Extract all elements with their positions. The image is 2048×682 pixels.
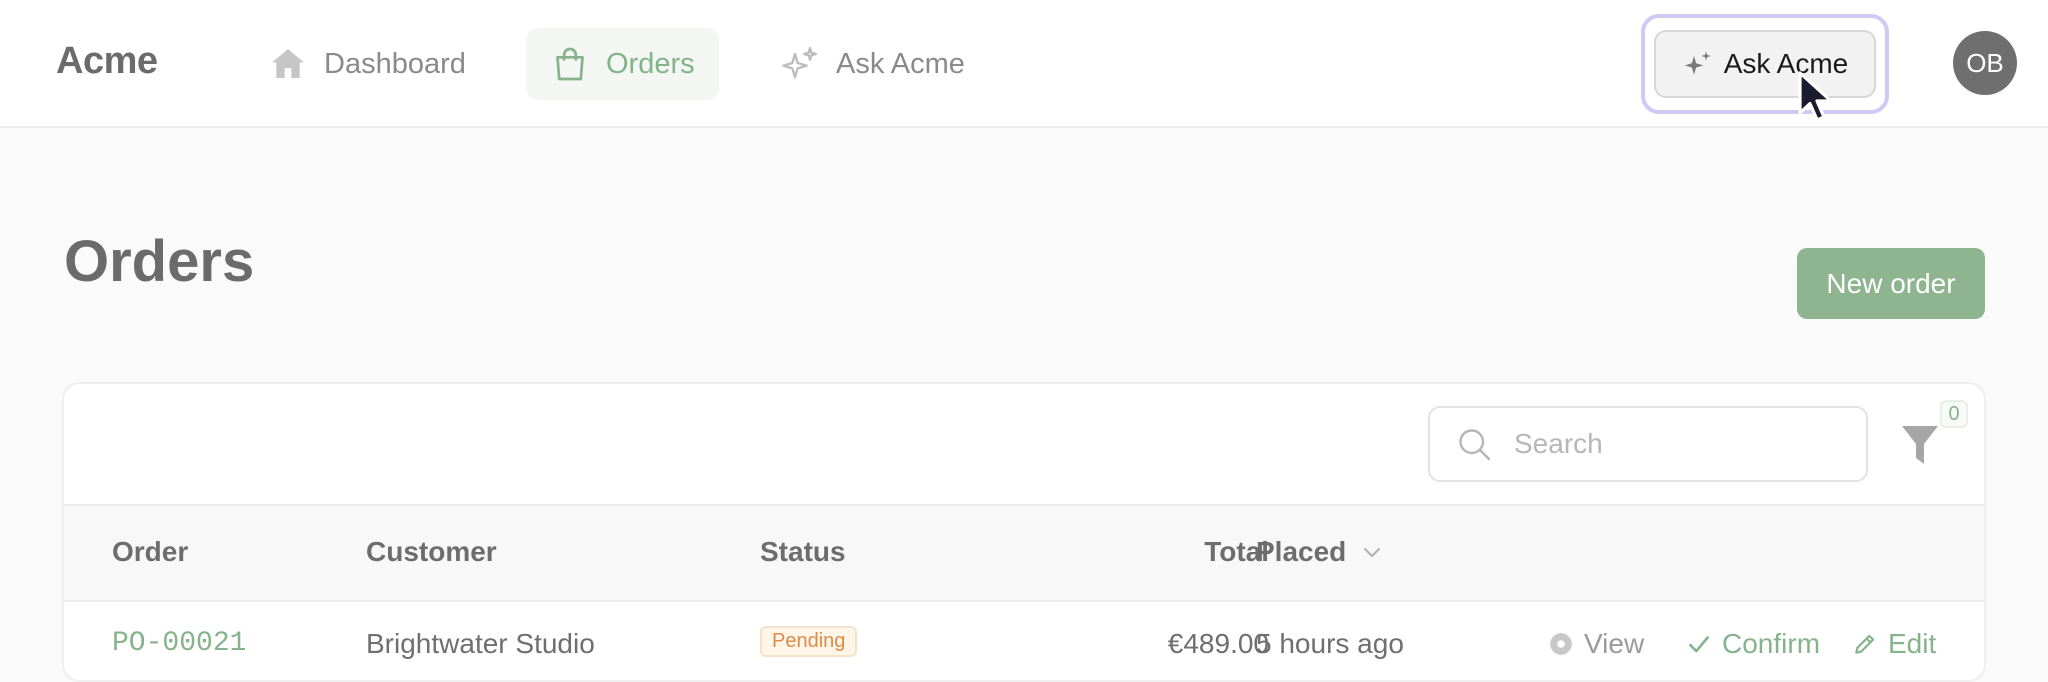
user-avatar[interactable]: OB bbox=[1953, 31, 2017, 95]
pencil-icon bbox=[1852, 631, 1878, 657]
nav-item-dashboard[interactable]: Dashboard bbox=[268, 28, 466, 100]
view-button[interactable]: View bbox=[1548, 628, 1644, 660]
confirm-button-label: Confirm bbox=[1722, 628, 1821, 659]
column-header-status[interactable]: Status bbox=[760, 536, 846, 568]
view-button-label: View bbox=[1584, 628, 1645, 659]
column-header-placed[interactable]: Placed bbox=[1256, 536, 1384, 568]
search-box[interactable] bbox=[1428, 406, 1868, 482]
page-title: Orders bbox=[64, 229, 255, 294]
table-row[interactable]: PO-00021 Brightwater Studio Pending €489… bbox=[64, 602, 1984, 680]
sparkles-icon bbox=[780, 44, 820, 84]
edit-button-label: Edit bbox=[1888, 628, 1937, 659]
nav-item-orders[interactable]: Orders bbox=[526, 28, 719, 100]
placed-time: 5 hours ago bbox=[1256, 628, 1404, 659]
column-header-order[interactable]: Order bbox=[112, 536, 188, 568]
status-badge: Pending bbox=[760, 626, 858, 657]
brand-logo[interactable]: Acme bbox=[56, 40, 158, 83]
nav-item-ask-acme[interactable]: Ask Acme bbox=[780, 28, 965, 100]
nav-item-label: Orders bbox=[606, 47, 695, 80]
filter-button[interactable] bbox=[1900, 424, 1940, 468]
edit-button[interactable]: Edit bbox=[1852, 628, 1936, 660]
shopping-bag-icon bbox=[550, 44, 590, 84]
column-header-total[interactable]: Total bbox=[1139, 536, 1269, 568]
new-order-button[interactable]: New order bbox=[1797, 248, 1985, 319]
column-header-placed-label: Placed bbox=[1256, 536, 1347, 567]
top-navbar: Acme Dashboard Orders Ask Acme Ask Acme … bbox=[0, 0, 2048, 128]
check-icon bbox=[1686, 631, 1712, 657]
ask-acme-button[interactable]: Ask Acme bbox=[1654, 30, 1876, 98]
mouse-cursor-icon bbox=[1798, 71, 1833, 122]
search-input[interactable] bbox=[1512, 427, 1816, 461]
sparkles-icon bbox=[1682, 48, 1714, 80]
home-icon bbox=[268, 44, 308, 84]
table-header: Order Customer Status Total Placed bbox=[64, 504, 1984, 602]
nav-item-label: Ask Acme bbox=[836, 47, 965, 80]
filter-count-badge: 0 bbox=[1940, 400, 1968, 428]
order-number-link[interactable]: PO-00021 bbox=[112, 628, 246, 659]
confirm-button[interactable]: Confirm bbox=[1686, 628, 1820, 660]
filter-icon bbox=[1902, 426, 1938, 464]
order-total: €489.00 bbox=[1167, 628, 1269, 659]
customer-name: Brightwater Studio bbox=[366, 628, 595, 659]
nav-item-label: Dashboard bbox=[324, 47, 466, 80]
chevron-down-icon bbox=[1360, 540, 1384, 564]
column-header-customer[interactable]: Customer bbox=[366, 536, 497, 568]
eye-icon bbox=[1548, 631, 1574, 657]
search-icon bbox=[1456, 426, 1492, 462]
orders-table-card: 0 Order Customer Status Total Placed PO-… bbox=[62, 382, 1986, 682]
